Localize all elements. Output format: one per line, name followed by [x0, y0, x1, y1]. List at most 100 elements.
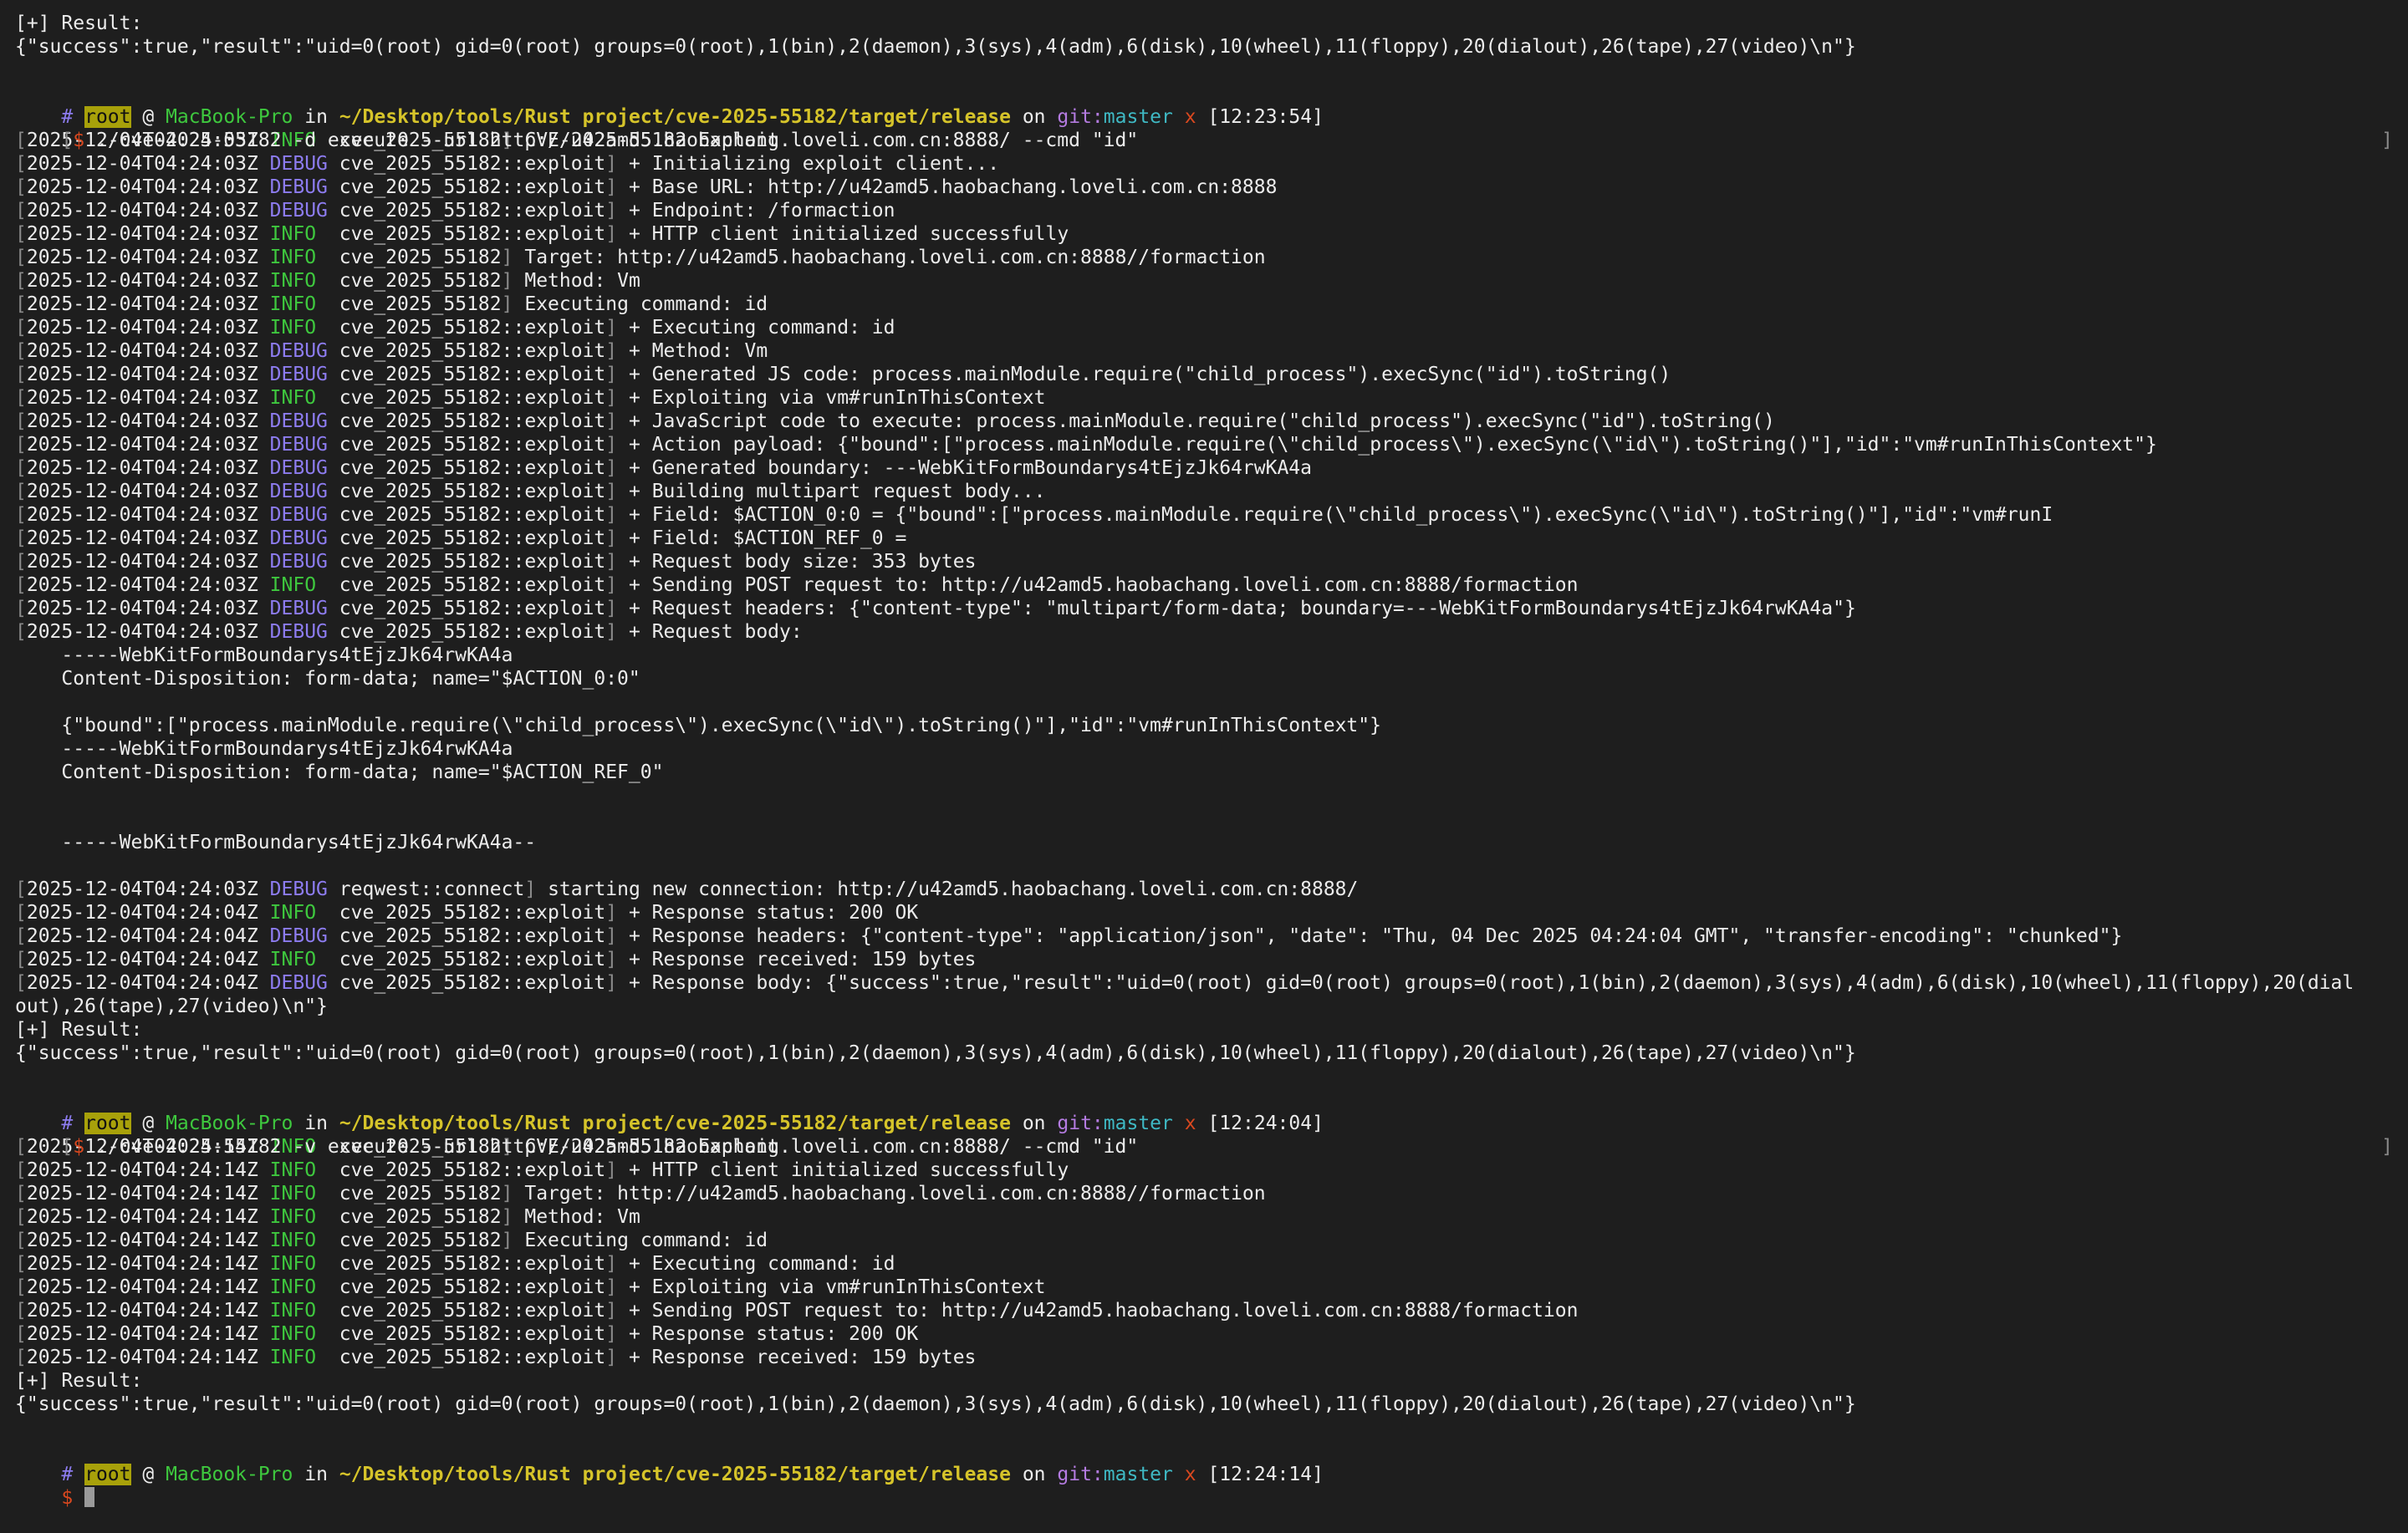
bracket-icon: [ — [15, 387, 27, 409]
log-message: Executing command: id — [524, 1230, 768, 1251]
prompt-at: @ — [142, 1464, 155, 1485]
log-level: INFO — [269, 1206, 317, 1228]
bracket-icon: [ — [15, 598, 27, 619]
result-output: {"success":true,"result":"uid=0(root) gi… — [15, 36, 1856, 58]
bracket-icon: ] — [605, 317, 618, 339]
prompt-user: root — [84, 1464, 131, 1485]
bracket-icon: ] — [501, 1206, 513, 1228]
log-timestamp: 2025-12-04T04:24:03Z — [26, 598, 258, 619]
log-line: [2025-12-04T04:24:03Z INFO cve_2025_5518… — [15, 222, 2393, 246]
log-line: [2025-12-04T04:24:14Z INFO cve_2025_5518… — [15, 1229, 2393, 1252]
log-timestamp: 2025-12-04T04:24:03Z — [26, 410, 258, 432]
log-message: + Response status: 200 OK — [628, 902, 919, 924]
bracket-icon: ] — [605, 1323, 618, 1345]
log-level: DEBUG — [269, 481, 328, 502]
log-line: [2025-12-04T04:24:03Z DEBUG cve_2025_551… — [15, 363, 2393, 386]
bracket-icon: [ — [15, 504, 27, 526]
log-timestamp: 2025-12-04T04:24:03Z — [26, 176, 258, 198]
log-message: + Field: $ACTION_0:0 = {"bound":["proces… — [629, 504, 2053, 526]
log-module: cve_2025_55182::exploit — [339, 340, 606, 362]
bracket-icon: ] — [524, 879, 537, 900]
log-message: + Field: $ACTION_REF_0 = — [629, 527, 907, 549]
log-timestamp: 2025-12-04T04:24:03Z — [26, 340, 258, 362]
log-level: DEBUG — [269, 200, 328, 222]
bracket-icon: [ — [15, 270, 27, 292]
log-line: [2025-12-04T04:24:03Z DEBUG cve_2025_551… — [15, 456, 2393, 480]
log-timestamp: 2025-12-04T04:24:03Z — [26, 223, 258, 245]
result-label: [+] Result: — [15, 13, 143, 34]
log-message: Method: Vm — [524, 1206, 640, 1228]
bracket-icon: [ — [15, 574, 27, 596]
log-message: Method: Vm — [524, 270, 640, 292]
log-line: [2025-12-04T04:24:03Z DEBUG cve_2025_551… — [15, 620, 2393, 644]
log-message: + HTTP client initialized successfully — [628, 1159, 1069, 1181]
log-module: reqwest::connect — [339, 879, 525, 900]
log-line: [2025-12-04T04:24:04Z INFO cve_2025_5518… — [15, 948, 2393, 971]
bracket-icon: [ — [15, 1347, 27, 1368]
log-timestamp: 2025-12-04T04:24:14Z — [26, 1300, 258, 1322]
bracket-icon: [ — [15, 1253, 27, 1275]
log-message: + Response status: 200 OK — [628, 1323, 919, 1345]
bracket-icon: [ — [15, 1323, 27, 1345]
log-timestamp: 2025-12-04T04:24:14Z — [26, 1230, 258, 1251]
log-module: cve_2025_55182::exploit — [339, 200, 606, 222]
request-body-line — [15, 854, 2393, 878]
log-timestamp: 2025-12-04T04:24:03Z — [26, 457, 258, 479]
log-level: DEBUG — [269, 176, 328, 198]
request-body-line: -----WebKitFormBoundarys4tEjzJk64rwKA4a-… — [15, 832, 537, 853]
log-level: DEBUG — [269, 621, 328, 643]
log-level: DEBUG — [269, 410, 328, 432]
log-module: cve_2025_55182::exploit — [339, 1276, 606, 1298]
log-timestamp: 2025-12-04T04:24:04Z — [26, 972, 258, 994]
log-level: INFO — [269, 902, 317, 924]
log-level: INFO — [269, 293, 317, 315]
log-line: [2025-12-04T04:24:14Z INFO cve_2025_5518… — [15, 1205, 2393, 1229]
prompt-in: in — [304, 1464, 328, 1485]
log-line: [2025-12-04T04:24:03Z DEBUG cve_2025_551… — [15, 410, 2393, 433]
log-module: cve_2025_55182::exploit — [339, 153, 606, 175]
bracket-icon: [ — [15, 925, 27, 947]
bracket-icon: ] — [605, 621, 618, 643]
bracket-icon: [ — [15, 879, 27, 900]
bracket-icon: ] — [605, 598, 618, 619]
log-module: cve_2025_55182::exploit — [339, 598, 606, 619]
log-line: [2025-12-04T04:24:03Z DEBUG cve_2025_551… — [15, 597, 2393, 620]
log-timestamp: 2025-12-04T04:24:03Z — [26, 504, 258, 526]
log-level: INFO — [269, 1230, 317, 1251]
bracket-icon: [ — [15, 527, 27, 549]
log-message: + Exploiting via vm#runInThisContext — [628, 387, 1046, 409]
log-module: cve_2025_55182::exploit — [339, 364, 606, 385]
log-module: cve_2025_55182::exploit — [339, 972, 606, 994]
log-level: INFO — [269, 1183, 317, 1204]
prompt-line: # root @ MacBook-Pro in ~/Desktop/tools/… — [15, 1439, 2393, 1485]
command-text: ./cve-2025-55182 -v execute --url http:/… — [95, 1136, 1139, 1158]
log-level: INFO — [269, 949, 317, 970]
log-line: [2025-12-04T04:24:03Z DEBUG cve_2025_551… — [15, 480, 2393, 503]
log-timestamp: 2025-12-04T04:24:04Z — [26, 902, 258, 924]
log-block: [2025-12-04T04:24:03Z INFO cve_2025_5518… — [15, 129, 2393, 644]
cursor-icon — [84, 1487, 95, 1507]
bracket-icon: ] — [605, 457, 618, 479]
log-timestamp: 2025-12-04T04:24:14Z — [26, 1159, 258, 1181]
bracket-icon: [ — [15, 972, 27, 994]
log-message: + Executing command: id — [628, 1253, 895, 1275]
log-module: cve_2025_55182::exploit — [339, 1159, 606, 1181]
hash-icon: # — [61, 1464, 74, 1485]
log-line: [2025-12-04T04:24:03Z DEBUG cve_2025_551… — [15, 433, 2393, 456]
log-level: INFO — [269, 1347, 317, 1368]
terminal-window[interactable]: [+] Result: {"success":true,"result":"ui… — [15, 12, 2393, 1509]
bracket-icon: [ — [15, 340, 27, 362]
bracket-icon: ] — [605, 574, 618, 596]
log-message: + Initializing exploit client... — [629, 153, 1000, 175]
log-timestamp: 2025-12-04T04:24:03Z — [26, 621, 258, 643]
log-module: cve_2025_55182::exploit — [339, 176, 606, 198]
bracket-icon: [ — [15, 1183, 27, 1204]
log-line: [2025-12-04T04:24:03Z DEBUG cve_2025_551… — [15, 339, 2393, 363]
dollar-icon: $ — [61, 1487, 74, 1509]
log-level: DEBUG — [269, 434, 328, 456]
bracket-icon: [ — [15, 223, 27, 245]
log-message: + Response received: 159 bytes — [628, 949, 977, 970]
bracket-icon: ] — [2381, 1136, 2393, 1158]
